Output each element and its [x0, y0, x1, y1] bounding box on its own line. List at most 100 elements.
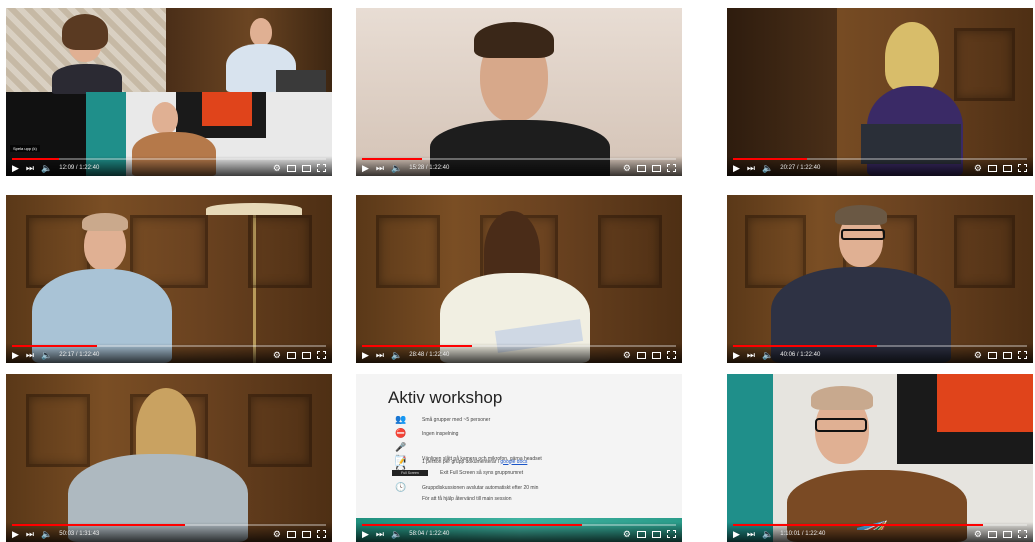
fullscreen-icon[interactable]	[317, 164, 326, 172]
volume-icon[interactable]: 🔈	[41, 163, 52, 173]
miniplayer-icon[interactable]	[988, 530, 997, 538]
settings-gear-icon[interactable]: ⚙	[974, 163, 982, 173]
video-frame	[356, 8, 682, 176]
fullscreen-icon[interactable]	[317, 351, 326, 359]
play-icon[interactable]: ▶	[733, 529, 740, 539]
player-controls: ▶ ⏭ 🔈 50:03 / 1:31:43 ⚙	[6, 522, 332, 542]
volume-icon[interactable]: 🔈	[391, 529, 402, 539]
video-tile-1[interactable]: Spela upp (k) ▶ ⏭ 🔈 12:09 / 1:22:40 ⚙	[6, 8, 332, 176]
settings-gear-icon[interactable]: ⚙	[273, 529, 281, 539]
miniplayer-icon[interactable]	[988, 351, 997, 359]
slide-row: 📝 1 person per grupp dokumenterar i goog…	[392, 456, 527, 467]
progress-bar[interactable]	[362, 158, 676, 160]
settings-gear-icon[interactable]: ⚙	[974, 529, 982, 539]
progress-bar[interactable]	[362, 345, 676, 347]
play-icon[interactable]: ▶	[362, 350, 369, 360]
next-icon[interactable]: ⏭	[376, 529, 384, 539]
settings-gear-icon[interactable]: ⚙	[623, 350, 631, 360]
progress-bar[interactable]	[12, 158, 326, 160]
miniplayer-icon[interactable]	[637, 164, 646, 172]
volume-icon[interactable]: 🔈	[762, 163, 773, 173]
theater-icon[interactable]	[652, 530, 661, 538]
video-tile-9[interactable]: ▶ ⏭ 🔈 1:10:01 / 1:22:40 ⚙	[727, 374, 1033, 542]
progress-bar[interactable]	[12, 524, 326, 526]
fullscreen-icon[interactable]	[667, 164, 676, 172]
play-icon[interactable]: ▶	[12, 350, 19, 360]
volume-icon[interactable]: 🔈	[41, 350, 52, 360]
miniplayer-icon[interactable]	[287, 164, 296, 172]
volume-icon[interactable]: 🔈	[41, 529, 52, 539]
slide-row: Full Screen Exit Full Screen så syns gru…	[392, 470, 523, 476]
volume-icon[interactable]: 🔈	[762, 350, 773, 360]
play-icon[interactable]: ▶	[733, 350, 740, 360]
miniplayer-icon[interactable]	[637, 530, 646, 538]
video-tile-6[interactable]: ▶ ⏭ 🔈 40:06 / 1:22:40 ⚙	[727, 195, 1033, 363]
miniplayer-icon[interactable]	[287, 530, 296, 538]
video-tile-2[interactable]: ▶ ⏭ 🔈 15:28 / 1:22:40 ⚙	[356, 8, 682, 176]
time-display: 28:48 / 1:22:40	[409, 352, 450, 358]
video-tile-3[interactable]: ▶ ⏭ 🔈 20:27 / 1:22:40 ⚙	[727, 8, 1033, 176]
time-display: 15:28 / 1:22:40	[409, 165, 450, 171]
theater-icon[interactable]	[652, 164, 661, 172]
miniplayer-icon[interactable]	[637, 351, 646, 359]
fullscreen-icon[interactable]	[1018, 351, 1027, 359]
play-icon[interactable]: ▶	[362, 529, 369, 539]
fullscreen-button: Full Screen	[392, 470, 428, 476]
video-frame	[727, 8, 1033, 176]
theater-icon[interactable]	[302, 351, 311, 359]
theater-icon[interactable]	[1003, 164, 1012, 172]
settings-gear-icon[interactable]: ⚙	[623, 529, 631, 539]
next-icon[interactable]: ⏭	[26, 529, 34, 539]
video-tile-8[interactable]: Aktiv workshop 👥 Små grupper med ~5 pers…	[356, 374, 682, 542]
video-frame	[6, 195, 332, 363]
settings-gear-icon[interactable]: ⚙	[273, 350, 281, 360]
progress-bar[interactable]	[733, 345, 1027, 347]
group-icon: 👥	[395, 414, 407, 424]
miniplayer-icon[interactable]	[287, 351, 296, 359]
miniplayer-icon[interactable]	[988, 164, 997, 172]
video-tile-4[interactable]: ▶ ⏭ 🔈 22:17 / 1:22:40 ⚙	[6, 195, 332, 363]
player-controls: ▶ ⏭ 🔈 20:27 / 1:22:40 ⚙	[727, 156, 1033, 176]
progress-bar[interactable]	[12, 345, 326, 347]
theater-icon[interactable]	[1003, 351, 1012, 359]
google-docs-link[interactable]: google docs	[500, 459, 527, 465]
next-icon[interactable]: ⏭	[747, 529, 755, 539]
next-icon[interactable]: ⏭	[26, 163, 34, 173]
video-frame	[727, 195, 1033, 363]
time-display: 40:06 / 1:22:40	[780, 352, 821, 358]
video-tile-5[interactable]: ▶ ⏭ 🔈 28:48 / 1:22:40 ⚙	[356, 195, 682, 363]
settings-gear-icon[interactable]: ⚙	[273, 163, 281, 173]
next-icon[interactable]: ⏭	[26, 350, 34, 360]
video-tile-7[interactable]: ▶ ⏭ 🔈 50:03 / 1:31:43 ⚙	[6, 374, 332, 542]
play-icon[interactable]: ▶	[733, 163, 740, 173]
volume-icon[interactable]: 🔈	[391, 350, 402, 360]
theater-icon[interactable]	[1003, 530, 1012, 538]
next-icon[interactable]: ⏭	[747, 163, 755, 173]
fullscreen-icon[interactable]	[667, 530, 676, 538]
fullscreen-icon[interactable]	[667, 351, 676, 359]
settings-gear-icon[interactable]: ⚙	[623, 163, 631, 173]
next-icon[interactable]: ⏭	[376, 163, 384, 173]
settings-gear-icon[interactable]: ⚙	[974, 350, 982, 360]
player-controls: ▶ ⏭ 🔈 12:09 / 1:22:40 ⚙	[6, 156, 332, 176]
next-icon[interactable]: ⏭	[747, 350, 755, 360]
fullscreen-icon[interactable]	[1018, 530, 1027, 538]
progress-bar[interactable]	[733, 158, 1027, 160]
document-icon: 📝	[395, 456, 407, 466]
volume-icon[interactable]: 🔈	[762, 529, 773, 539]
progress-bar[interactable]	[733, 524, 1027, 526]
time-display: 58:04 / 1:22:40	[409, 531, 450, 537]
play-icon[interactable]: ▶	[12, 529, 19, 539]
fullscreen-icon[interactable]	[1018, 164, 1027, 172]
theater-icon[interactable]	[302, 164, 311, 172]
volume-icon[interactable]: 🔈	[391, 163, 402, 173]
play-icon[interactable]: ▶	[12, 163, 19, 173]
progress-bar[interactable]	[362, 524, 676, 526]
fullscreen-icon[interactable]	[317, 530, 326, 538]
player-controls: ▶ ⏭ 🔈 58:04 / 1:22:40 ⚙	[356, 522, 682, 542]
theater-icon[interactable]	[302, 530, 311, 538]
play-icon[interactable]: ▶	[362, 163, 369, 173]
theater-icon[interactable]	[652, 351, 661, 359]
player-controls: ▶ ⏭ 🔈 28:48 / 1:22:40 ⚙	[356, 343, 682, 363]
next-icon[interactable]: ⏭	[376, 350, 384, 360]
